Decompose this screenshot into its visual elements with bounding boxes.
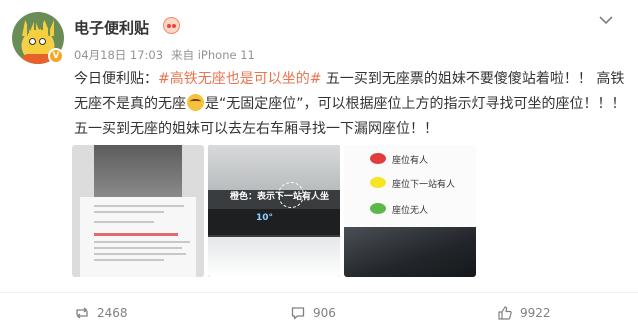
train-ceiling [208,145,340,190]
comment-count: 906 [313,305,336,320]
panel-readout: 10° [256,213,274,223]
legend-dot-occupied [370,153,386,164]
luggage-rack-photo [344,227,476,277]
verified-badge-icon: V [48,48,64,64]
member-badge-icon [163,17,180,34]
like-button[interactable]: 9922 [497,293,551,331]
article-line [94,241,190,243]
legend-dot-next-stop [370,177,386,188]
legend-label-next-stop: 座位下一站有人 [392,180,456,190]
doge-emoji-icon [187,94,204,111]
post-prefix: 今日便利贴： [74,71,158,87]
image-thumbnail-2[interactable]: 橙色：表示下一站有人坐 10° [208,145,340,277]
legend-dot-empty [370,203,386,214]
action-bar: 2468 906 9922 [0,292,638,331]
image-caption: 橙色：表示下一站有人坐 [230,192,330,202]
chevron-down-icon[interactable] [598,14,614,26]
post-time[interactable]: 04月18日 17:03 [74,48,163,62]
hashtag-link[interactable]: #高铁无座也是可以坐的# [158,71,321,87]
article-line [94,253,186,255]
article-line [94,205,184,207]
article-line [94,211,164,213]
legend-label-empty: 座位无人 [392,206,429,216]
ceiling-light [208,237,340,277]
legend-label-occupied: 座位有人 [392,156,429,166]
article-highlight [94,233,178,236]
image-gallery: 橙色：表示下一站有人坐 10° 座位有人 座位下一站有人 座位无人 [72,145,477,277]
repost-count: 2468 [97,305,128,320]
avatar-eye-left [29,38,36,45]
article-line [94,259,164,261]
repost-button[interactable]: 2468 [74,293,128,331]
image-thumbnail-3[interactable]: 座位有人 座位下一站有人 座位无人 [344,145,476,277]
author-name[interactable]: 电子便利贴 [74,17,149,38]
article-line [94,221,154,223]
weibo-post-card: V 电子便利贴 04月18日 17:03 来自 iPhone 11 今日便利贴：#… [0,0,638,331]
article-line [94,247,182,249]
article-screenshot [80,197,196,277]
like-count: 9922 [520,305,551,320]
post-text: 今日便利贴：#高铁无座也是可以坐的# 五一买到无座票的姐妹不要傻傻站着啦！！ 高… [74,67,626,142]
image-thumbnail-1[interactable] [72,145,204,277]
indicator-panel [208,209,340,235]
train-photo [94,145,182,197]
comment-icon [291,306,305,319]
post-source: 来自 iPhone 11 [171,48,255,62]
thumbs-up-icon [498,305,512,320]
post-meta: 04月18日 17:03 来自 iPhone 11 [74,47,263,63]
seat-light-legend: 座位有人 座位下一站有人 座位无人 [344,145,476,227]
repost-icon [76,306,88,319]
avatar-eye-right [39,38,46,45]
comment-button[interactable]: 906 [290,293,336,331]
